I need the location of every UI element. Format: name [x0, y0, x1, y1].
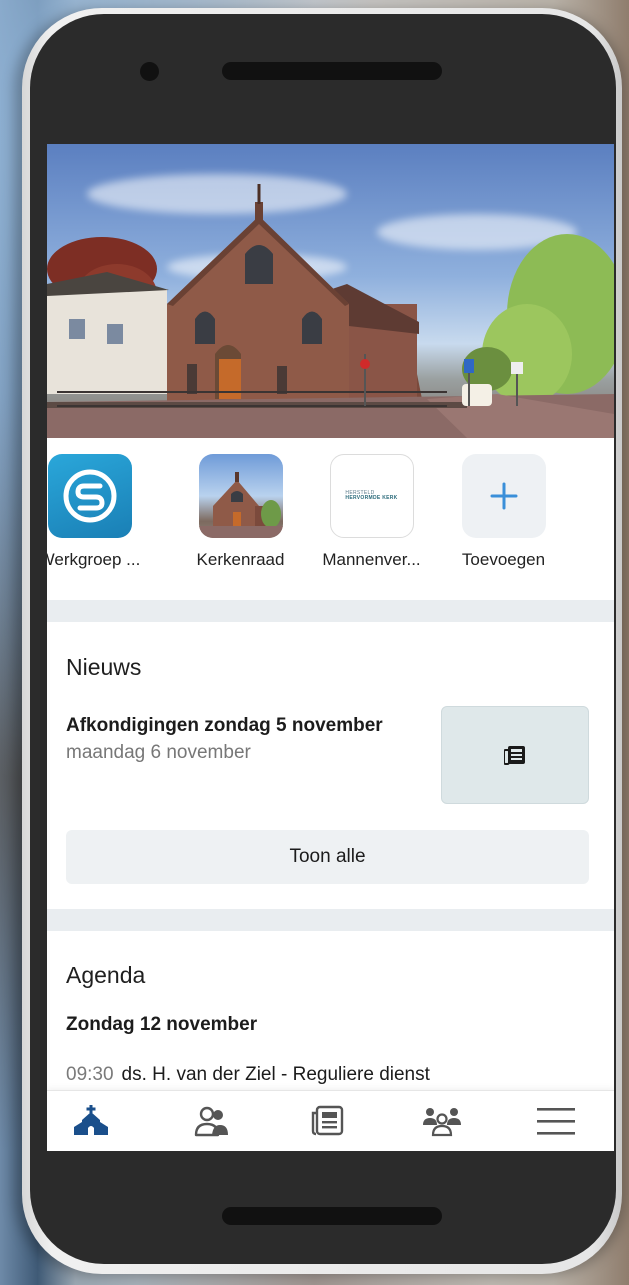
shortcut-mannenvereniging[interactable]: HERSTELD HERVORMDE KERK Mannenver... — [314, 454, 429, 570]
church-photo-icon — [198, 454, 283, 538]
home-bar — [222, 1207, 442, 1225]
nav-news[interactable] — [277, 1091, 377, 1151]
speaker-grille — [222, 62, 442, 80]
news-item-date: maandag 6 november — [66, 742, 251, 763]
agenda-event-title: ds. H. van der Ziel - Reguliere dienst — [121, 1064, 430, 1085]
section-divider — [47, 909, 614, 931]
nav-menu[interactable] — [506, 1091, 606, 1151]
logo-s-icon — [47, 454, 132, 538]
group-icon — [423, 1108, 461, 1137]
shortcut-label: Kerkenraad — [196, 550, 285, 569]
church-icon — [74, 1105, 108, 1135]
shortcut-label: Mannenver... — [322, 550, 421, 569]
newspaper-icon — [504, 746, 525, 765]
news-item-thumbnail[interactable] — [441, 706, 589, 804]
church-hero-photo — [47, 144, 614, 438]
plus-icon — [461, 454, 546, 538]
agenda-event-row[interactable]: 09:30 ds. H. van der Ziel - Reguliere die… — [66, 1064, 430, 1086]
hervormde-kerk-logo-icon: HERSTELD HERVORMDE KERK — [329, 454, 414, 538]
shortcut-kerkenraad[interactable]: Kerkenraad — [183, 454, 298, 570]
shortcut-werkgroep[interactable]: Werkgroep ... — [47, 454, 147, 570]
shortcuts-row: Werkgroep ... Kerkenraad HERSTELD HERVOR… — [47, 454, 614, 584]
shortcut-toevoegen[interactable]: Toevoegen — [446, 454, 561, 570]
nav-people[interactable] — [162, 1091, 262, 1151]
nav-home[interactable] — [47, 1091, 141, 1151]
bottom-navigation — [47, 1090, 614, 1151]
agenda-day: Zondag 12 november — [66, 1014, 258, 1035]
shortcut-label: Werkgroep ... — [47, 550, 141, 569]
logo-text: HERVORMDE KERK — [345, 495, 398, 501]
agenda-section-title: Agenda — [66, 962, 146, 988]
app-screen: Werkgroep ... Kerkenraad HERSTELD HERVOR… — [47, 144, 614, 1151]
church-illustration — [47, 184, 614, 438]
nav-groups[interactable] — [392, 1091, 492, 1151]
agenda-event-time: 09:30 — [66, 1064, 114, 1085]
show-all-button[interactable]: Toon alle — [66, 830, 589, 884]
people-icon — [194, 1106, 228, 1137]
news-item-title[interactable]: Afkondigingen zondag 5 november — [66, 715, 383, 737]
newspaper-icon — [311, 1105, 344, 1136]
camera-icon — [140, 62, 159, 81]
section-divider — [47, 600, 614, 622]
menu-icon — [537, 1108, 575, 1135]
news-section-title: Nieuws — [66, 654, 142, 680]
shortcut-label: Toevoegen — [461, 550, 546, 569]
